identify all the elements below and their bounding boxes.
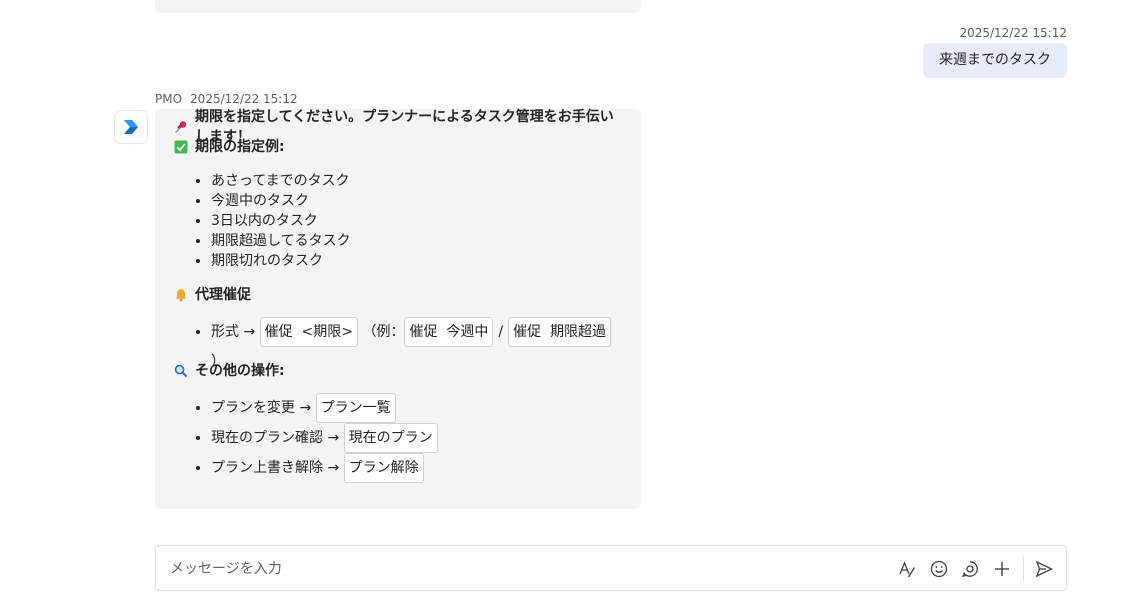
outgoing-timestamp: 2025/12/22 15:12 (959, 26, 1067, 40)
example-chip-overdue[interactable]: 催促 期限超過 (508, 317, 611, 347)
other-list: プランを変更 → プラン一覧 現在のプラン確認 → 現在のプラン プラン上書き解… (173, 393, 623, 483)
emoji-icon[interactable] (928, 558, 950, 580)
example-separator: / (498, 324, 504, 340)
example-open: （例： (362, 324, 405, 340)
list-item: プランを変更 → プラン一覧 (211, 393, 623, 423)
outgoing-message-bubble[interactable]: 来週までのタスク (923, 43, 1067, 78)
loop-icon[interactable] (959, 558, 981, 580)
bell-icon (173, 287, 189, 303)
list-item: プラン上書き解除 → プラン解除 (211, 453, 623, 483)
other-lead: プランを変更 → (211, 400, 312, 416)
list-item: 形式 → 催促 <期限> （例：催促 今週中/催促 期限超過） (211, 317, 623, 370)
proxy-list: 形式 → 催促 <期限> （例：催促 今週中/催促 期限超過） (173, 317, 623, 370)
current-plan-chip[interactable]: 現在のプラン (343, 423, 438, 453)
format-chip[interactable]: 催促 <期限> (259, 317, 359, 347)
sender-name: PMO (155, 92, 183, 106)
proxy-heading: 代理催促 (173, 285, 623, 305)
bot-timestamp: 2025/12/22 15:12 (190, 92, 298, 106)
compose-divider (1023, 556, 1024, 582)
proxy-heading-text: 代理催促 (195, 287, 251, 303)
other-heading-text: その他の操作: (195, 363, 285, 379)
format-icon[interactable] (896, 558, 918, 580)
planner-logo-icon[interactable] (115, 111, 147, 143)
pushpin-icon (173, 119, 189, 135)
compose-box (155, 545, 1067, 591)
examples-heading-text: 期限の指定例: (195, 139, 285, 155)
chat-page: 2025/12/22 15:12 来週までのタスク PMO 2025/12/22 … (0, 0, 1138, 613)
other-heading: その他の操作: (173, 361, 623, 381)
list-item: 期限超過してるタスク (211, 231, 623, 251)
plan-list-chip[interactable]: プラン一覧 (315, 393, 396, 423)
proxy-lead: 形式 → (211, 324, 256, 340)
list-item: 今週中のタスク (211, 191, 623, 211)
planner-logo-glyph (124, 120, 138, 134)
intro-line: 期限を指定してください。プランナーによるタスク管理をお手伝いします！ (173, 109, 623, 145)
send-icon[interactable] (1033, 558, 1055, 580)
example-chip-this-week[interactable]: 催促 今週中 (404, 317, 494, 347)
examples-list: あさってまでのタスク 今週中のタスク 3日以内のタスク 期限超過してるタスク 期… (173, 171, 623, 271)
other-lead: プラン上書き解除 → (211, 460, 340, 476)
plan-reset-chip[interactable]: プラン解除 (343, 453, 424, 483)
other-lead: 現在のプラン確認 → (211, 430, 340, 446)
check-box-icon (173, 139, 189, 155)
bot-message-meta: PMO 2025/12/22 15:12 (155, 92, 298, 106)
list-item: 現在のプラン確認 → 現在のプラン (211, 423, 623, 453)
list-item: あさってまでのタスク (211, 171, 623, 191)
plus-icon[interactable] (991, 558, 1013, 580)
bot-message-bubble: 期限を指定してください。プランナーによるタスク管理をお手伝いします！ 期限の指定… (155, 109, 641, 509)
list-item: 期限切れのタスク (211, 251, 623, 271)
message-input[interactable] (168, 556, 872, 582)
magnifier-icon (173, 363, 189, 379)
list-item: 3日以内のタスク (211, 211, 623, 231)
previous-message-bubble (155, 0, 641, 13)
